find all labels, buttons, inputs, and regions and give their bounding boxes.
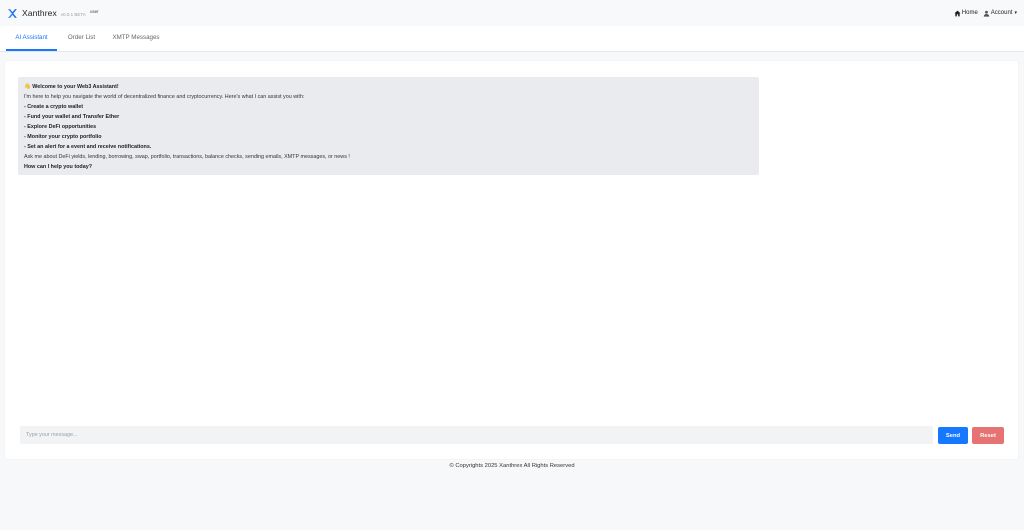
account-menu[interactable]: Account ▾ bbox=[983, 10, 1017, 17]
message-item: - Set an alert for a event and receive n… bbox=[24, 144, 152, 150]
assistant-message: 👋 Welcome to your Web3 Assistant! I'm he… bbox=[18, 77, 759, 175]
footer-copyright: © Copyrights 2025 Xanthrex All Rights Re… bbox=[449, 463, 575, 469]
tab-bar: AI Assistant Order List XMTP Messages bbox=[0, 26, 1024, 52]
message-item: - Monitor your crypto portfolio bbox=[24, 134, 102, 140]
chevron-down-icon: ▾ bbox=[1014, 10, 1017, 16]
tab-order-list[interactable]: Order List bbox=[57, 26, 106, 51]
nav-right: Home Account ▾ bbox=[954, 0, 1017, 26]
message-item: - Explore DeFi opportunities bbox=[24, 124, 97, 130]
tab-ai-assistant[interactable]: AI Assistant bbox=[6, 26, 57, 51]
home-icon bbox=[954, 10, 961, 16]
message-input[interactable] bbox=[20, 426, 933, 444]
home-label: Home bbox=[961, 10, 978, 16]
message-item: - Create a crypto wallet bbox=[24, 104, 84, 110]
message-outro: Ask me about DeFi yields, lending, borro… bbox=[24, 154, 350, 160]
send-button[interactable]: Send bbox=[938, 427, 968, 444]
message-title: 👋 Welcome to your Web3 Assistant! bbox=[24, 84, 119, 90]
message-intro: I'm here to help you navigate the world … bbox=[24, 94, 305, 100]
reset-button[interactable]: Reset bbox=[972, 427, 1004, 444]
message-question: How can I help you today? bbox=[24, 164, 92, 170]
account-label: Account bbox=[990, 10, 1013, 16]
user-icon bbox=[983, 10, 990, 17]
tab-xmtp-messages[interactable]: XMTP Messages bbox=[106, 26, 166, 51]
user-badge: user bbox=[90, 9, 99, 14]
x-logo-icon bbox=[8, 8, 17, 18]
home-link[interactable]: Home bbox=[954, 10, 978, 17]
version-label: v0.0.1 BETA bbox=[60, 11, 86, 17]
top-navbar: Xanthrex v0.0.1 BETA user Home Account ▾ bbox=[0, 0, 1024, 26]
brand[interactable]: Xanthrex v0.0.1 BETA bbox=[7, 8, 86, 19]
message-item: - Fund your wallet and Transfer Ether bbox=[24, 114, 120, 120]
brand-name: Xanthrex bbox=[22, 8, 57, 18]
